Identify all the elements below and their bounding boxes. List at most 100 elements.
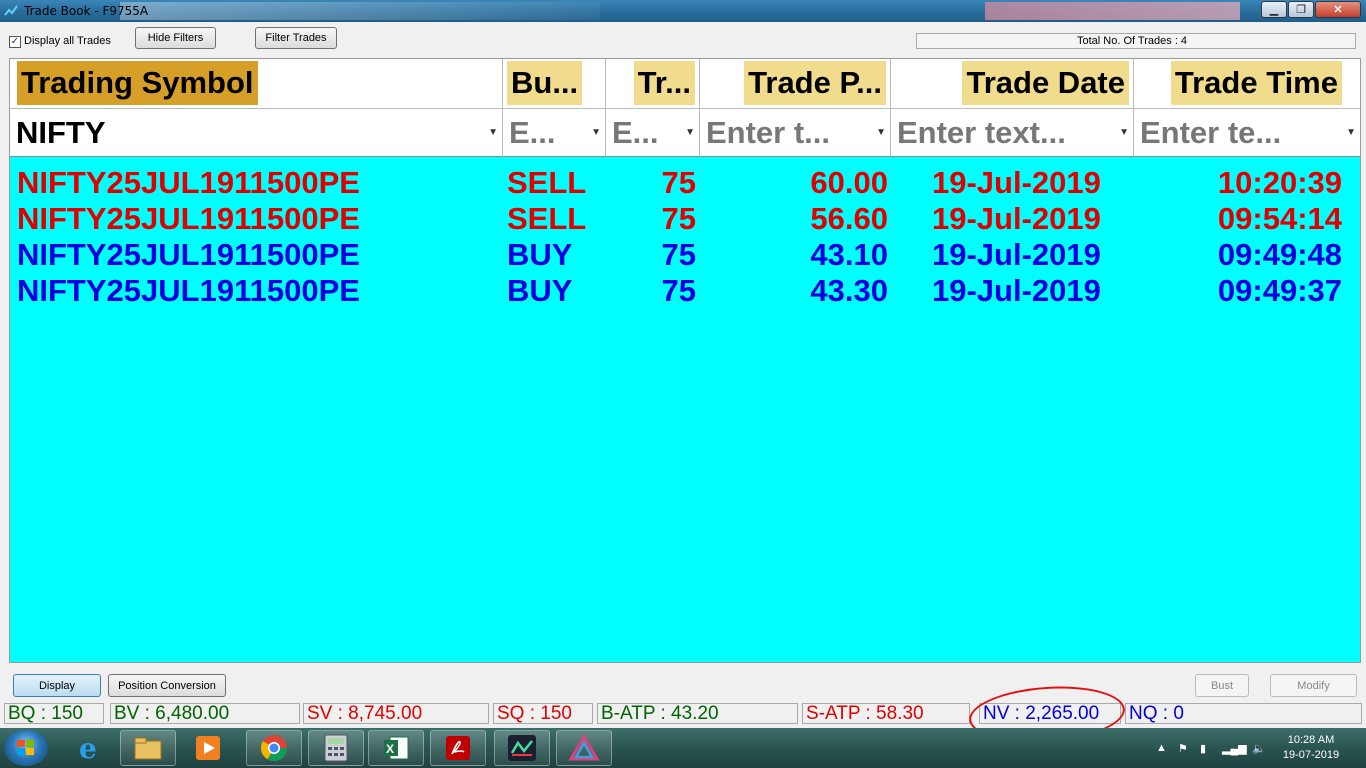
taskbar-chrome[interactable]: [246, 730, 302, 766]
display-all-trades-checkbox[interactable]: ✓: [9, 36, 21, 48]
column-header-trade-price[interactable]: Trade P...: [700, 59, 891, 108]
volume-icon[interactable]: 🔈: [1252, 742, 1266, 755]
taskbar-delta-app[interactable]: [556, 730, 612, 766]
maximize-button[interactable]: ❐: [1288, 1, 1314, 18]
cell-buy-sell: SELL: [507, 201, 587, 236]
cell-trade-price: 43.10: [810, 237, 888, 272]
cell-trade-qty: 75: [661, 165, 696, 200]
filter-text: E...: [612, 112, 659, 154]
filter-text: E...: [509, 112, 556, 154]
svg-text:e: e: [79, 733, 97, 763]
table-row[interactable]: NIFTY25JUL1911500PE SELL 75 56.60 19-Jul…: [10, 201, 1360, 237]
hide-filters-button[interactable]: Hide Filters: [135, 27, 216, 49]
column-header-label: Tr...: [633, 61, 695, 105]
status-buy-qty: BQ : 150: [4, 703, 104, 724]
ie-icon: e: [79, 733, 97, 763]
cell-trade-time: 09:49:37: [1217, 273, 1342, 308]
filter-funnel-icon[interactable]: ▼: [488, 127, 498, 138]
cell-buy-sell: BUY: [507, 237, 573, 272]
filter-funnel-icon[interactable]: ▼: [1119, 127, 1129, 138]
filter-input-trade-date[interactable]: Enter text... ▼: [891, 109, 1134, 157]
filter-input-trade-time[interactable]: Enter te... ▼: [1134, 109, 1360, 157]
filter-input-trading-symbol[interactable]: NIFTY ▼: [10, 109, 503, 157]
clock-time: 10:28 AM: [1287, 734, 1335, 746]
cell-trade-time: 10:20:39: [1217, 165, 1342, 200]
network-icon[interactable]: ▂▄▆: [1222, 742, 1247, 755]
filter-funnel-icon[interactable]: ▼: [1346, 127, 1356, 138]
delta-app-icon: [569, 734, 599, 761]
cell-trading-symbol: NIFTY25JUL1911500PE: [17, 273, 360, 308]
column-header-trade-qty[interactable]: Tr...: [606, 59, 700, 108]
total-trades-label: Total No. Of Trades : 4: [1077, 35, 1188, 47]
cell-trade-date: 19-Jul-2019: [932, 165, 1101, 200]
acrobat-icon: [446, 736, 470, 760]
excel-icon: X: [384, 736, 409, 760]
action-center-icon[interactable]: ⚑: [1178, 742, 1188, 755]
show-hidden-icons-icon[interactable]: ▲: [1156, 742, 1167, 754]
power-icon[interactable]: ▮: [1200, 742, 1206, 755]
cell-trade-price: 60.00: [810, 165, 888, 200]
windows-logo-icon: [17, 740, 34, 755]
filter-input-trade-price[interactable]: Enter t... ▼: [700, 109, 891, 157]
table-row[interactable]: NIFTY25JUL1911500PE SELL 75 60.00 19-Jul…: [10, 165, 1360, 201]
taskbar-media[interactable]: [180, 730, 236, 766]
cell-trading-symbol: NIFTY25JUL1911500PE: [17, 201, 360, 236]
checkmark-icon: ✓: [10, 36, 20, 47]
cell-trade-qty: 75: [661, 237, 696, 272]
window-title: Trade Book - F9755A: [24, 4, 149, 18]
taskbar: e X ▲ ⚑ ▮ ▂▄▆ 🔈 10:28 AM 19-07-2019: [0, 728, 1366, 768]
status-buy-value: BV : 6,480.00: [110, 703, 300, 724]
trade-grid: Trading Symbol Bu... Tr... Trade P... Tr…: [9, 58, 1361, 663]
cell-trade-date: 19-Jul-2019: [932, 237, 1101, 272]
filter-input-trade-qty[interactable]: E... ▼: [606, 109, 700, 157]
filter-funnel-icon[interactable]: ▼: [591, 127, 601, 138]
filter-funnel-icon[interactable]: ▼: [876, 127, 886, 138]
minimize-button[interactable]: ▁: [1261, 1, 1287, 18]
display-button[interactable]: Display: [13, 674, 101, 697]
filter-text: Enter te...: [1140, 112, 1282, 154]
status-sell-value: SV : 8,745.00: [303, 703, 489, 724]
filter-trades-button[interactable]: Filter Trades: [255, 27, 337, 49]
status-net-qty: NQ : 0: [1125, 703, 1362, 724]
system-tray: ▲ ⚑ ▮ ▂▄▆ 🔈 10:28 AM 19-07-2019: [1150, 728, 1366, 768]
cell-trade-date: 19-Jul-2019: [932, 273, 1101, 308]
taskbar-explorer[interactable]: [120, 730, 176, 766]
bust-button[interactable]: Bust: [1195, 674, 1249, 697]
taskbar-trading-terminal[interactable]: [494, 730, 550, 766]
start-button[interactable]: [4, 730, 48, 766]
status-sell-atp: S-ATP : 58.30: [802, 703, 970, 724]
filter-funnel-icon[interactable]: ▼: [685, 127, 695, 138]
table-row[interactable]: NIFTY25JUL1911500PE BUY 75 43.30 19-Jul-…: [10, 273, 1360, 309]
taskbar-acrobat[interactable]: [430, 730, 486, 766]
title-bar: Trade Book - F9755A ▁ ❐ ✕: [0, 0, 1366, 22]
clock[interactable]: 10:28 AM 19-07-2019: [1278, 733, 1344, 763]
modify-button[interactable]: Modify: [1270, 674, 1357, 697]
restore-icon: ❐: [1296, 4, 1306, 16]
position-conversion-button[interactable]: Position Conversion: [108, 674, 226, 697]
title-bar-highlight: [985, 2, 1240, 20]
table-row[interactable]: NIFTY25JUL1911500PE BUY 75 43.10 19-Jul-…: [10, 237, 1360, 273]
close-icon: ✕: [1333, 4, 1343, 16]
clock-date: 19-07-2019: [1282, 749, 1340, 761]
column-header-trade-time[interactable]: Trade Time: [1134, 59, 1360, 108]
filter-text: NIFTY: [16, 112, 106, 154]
filter-input-buy-sell[interactable]: E... ▼: [503, 109, 606, 157]
column-header-label: Bu...: [507, 61, 583, 105]
total-trades-box: Total No. Of Trades : 4: [916, 33, 1356, 49]
cell-trade-date: 19-Jul-2019: [932, 201, 1101, 236]
chrome-icon: [260, 735, 288, 762]
column-header-trade-date[interactable]: Trade Date: [891, 59, 1134, 108]
taskbar-ie[interactable]: e: [62, 730, 118, 766]
column-header-buy-sell[interactable]: Bu...: [503, 59, 606, 108]
column-header-label: Trading Symbol: [17, 61, 258, 105]
title-bar-glare: [120, 2, 600, 20]
cell-trade-qty: 75: [661, 273, 696, 308]
taskbar-excel[interactable]: X: [368, 730, 424, 766]
cell-trade-price: 56.60: [810, 201, 888, 236]
column-header-trading-symbol[interactable]: Trading Symbol: [10, 59, 503, 108]
close-button[interactable]: ✕: [1315, 1, 1361, 18]
taskbar-calculator[interactable]: [308, 730, 364, 766]
column-header-label: Trade P...: [744, 61, 886, 105]
filter-text: Enter t...: [706, 112, 831, 154]
trading-terminal-icon: [508, 735, 536, 761]
